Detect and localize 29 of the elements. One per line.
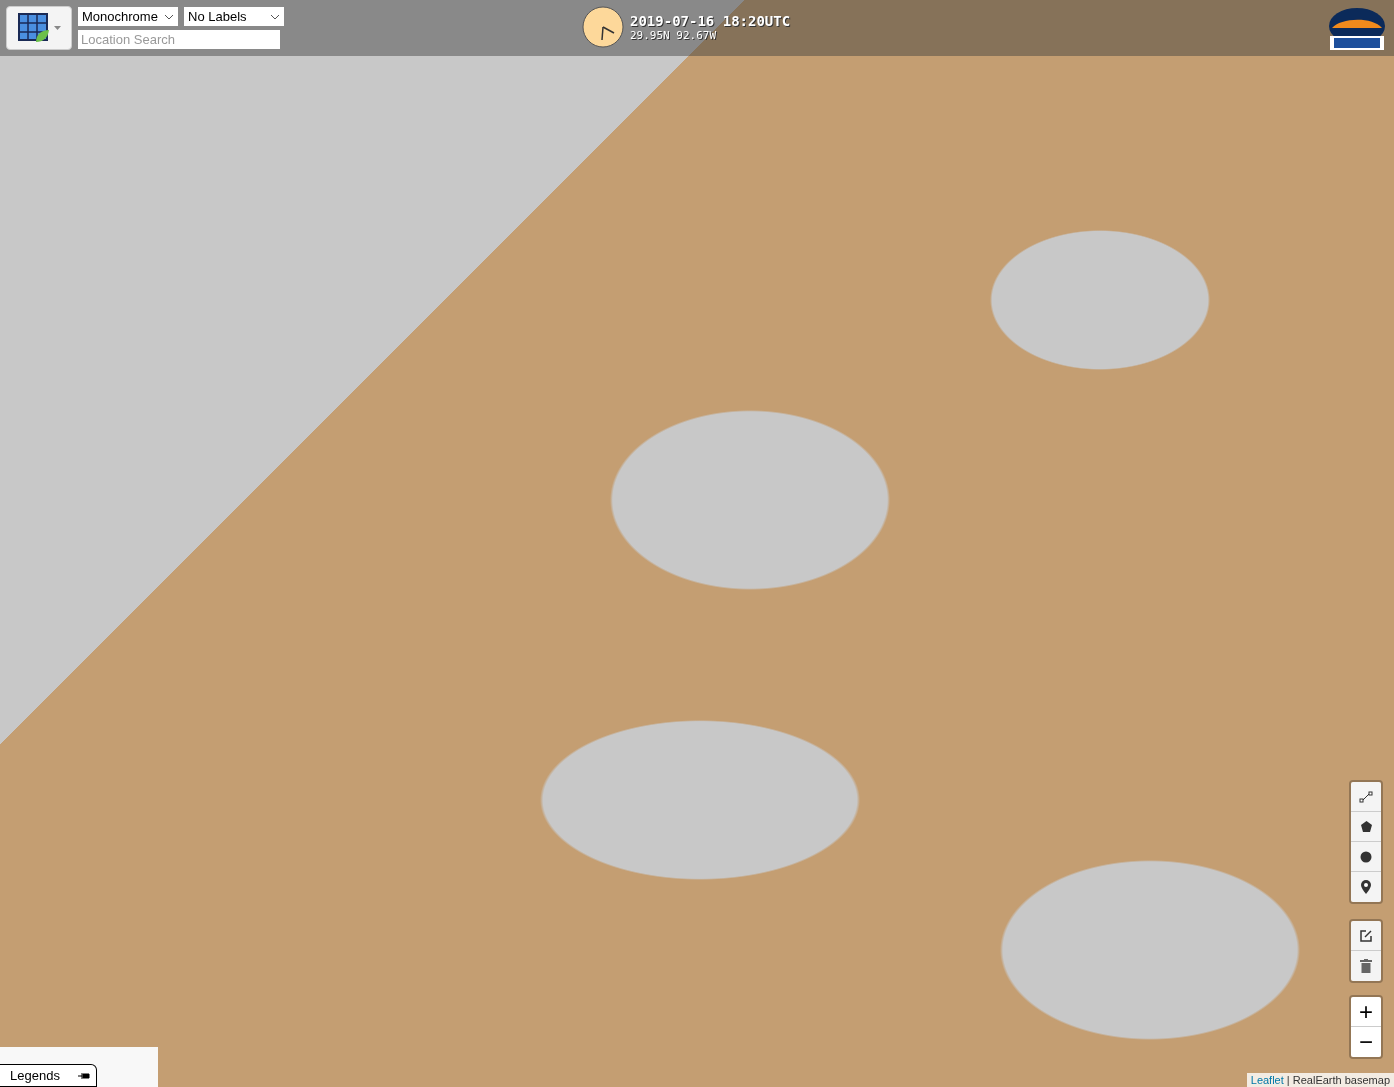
marker-tool-button[interactable] xyxy=(1351,872,1381,902)
caret-icon xyxy=(53,26,61,30)
circle-tool-button[interactable] xyxy=(1351,842,1381,872)
map-pin-icon xyxy=(1361,880,1371,894)
attribution-text: Leaflet | RealEarth basemap xyxy=(1246,1073,1394,1087)
delete-tool-button[interactable] xyxy=(1351,951,1381,981)
basemap-dropdown[interactable]: Monochrome xyxy=(78,7,178,26)
legends-tab[interactable]: Legends xyxy=(0,1064,97,1087)
polygon-tool-button[interactable] xyxy=(1351,812,1381,842)
zoom-out-button[interactable]: − xyxy=(1351,1027,1381,1057)
pin-icon xyxy=(78,1071,90,1080)
line-icon xyxy=(1359,789,1373,804)
location-search-field[interactable]: Location Search xyxy=(78,30,280,49)
circle-icon xyxy=(1360,850,1372,863)
pentagon-icon xyxy=(1359,820,1373,833)
zoom-in-button[interactable]: + xyxy=(1351,997,1381,1027)
grid-leaf-icon xyxy=(17,13,50,43)
datetime-text: 2019-07-16 18:20UTC xyxy=(630,12,791,29)
layers-button[interactable] xyxy=(6,6,72,50)
trash-icon xyxy=(1360,959,1372,973)
edit-tool-button[interactable] xyxy=(1351,921,1381,951)
chevron-icon xyxy=(270,13,280,20)
chevron-icon xyxy=(164,13,174,20)
coordinates-text: 29.95N 92.67W xyxy=(630,28,718,42)
labels-dropdown[interactable]: No Labels xyxy=(184,7,284,26)
edit-icon xyxy=(1359,928,1373,943)
clock-icon xyxy=(582,6,624,48)
logo-icon xyxy=(1326,6,1388,52)
leaflet-link[interactable]: Leaflet xyxy=(1250,1074,1284,1086)
